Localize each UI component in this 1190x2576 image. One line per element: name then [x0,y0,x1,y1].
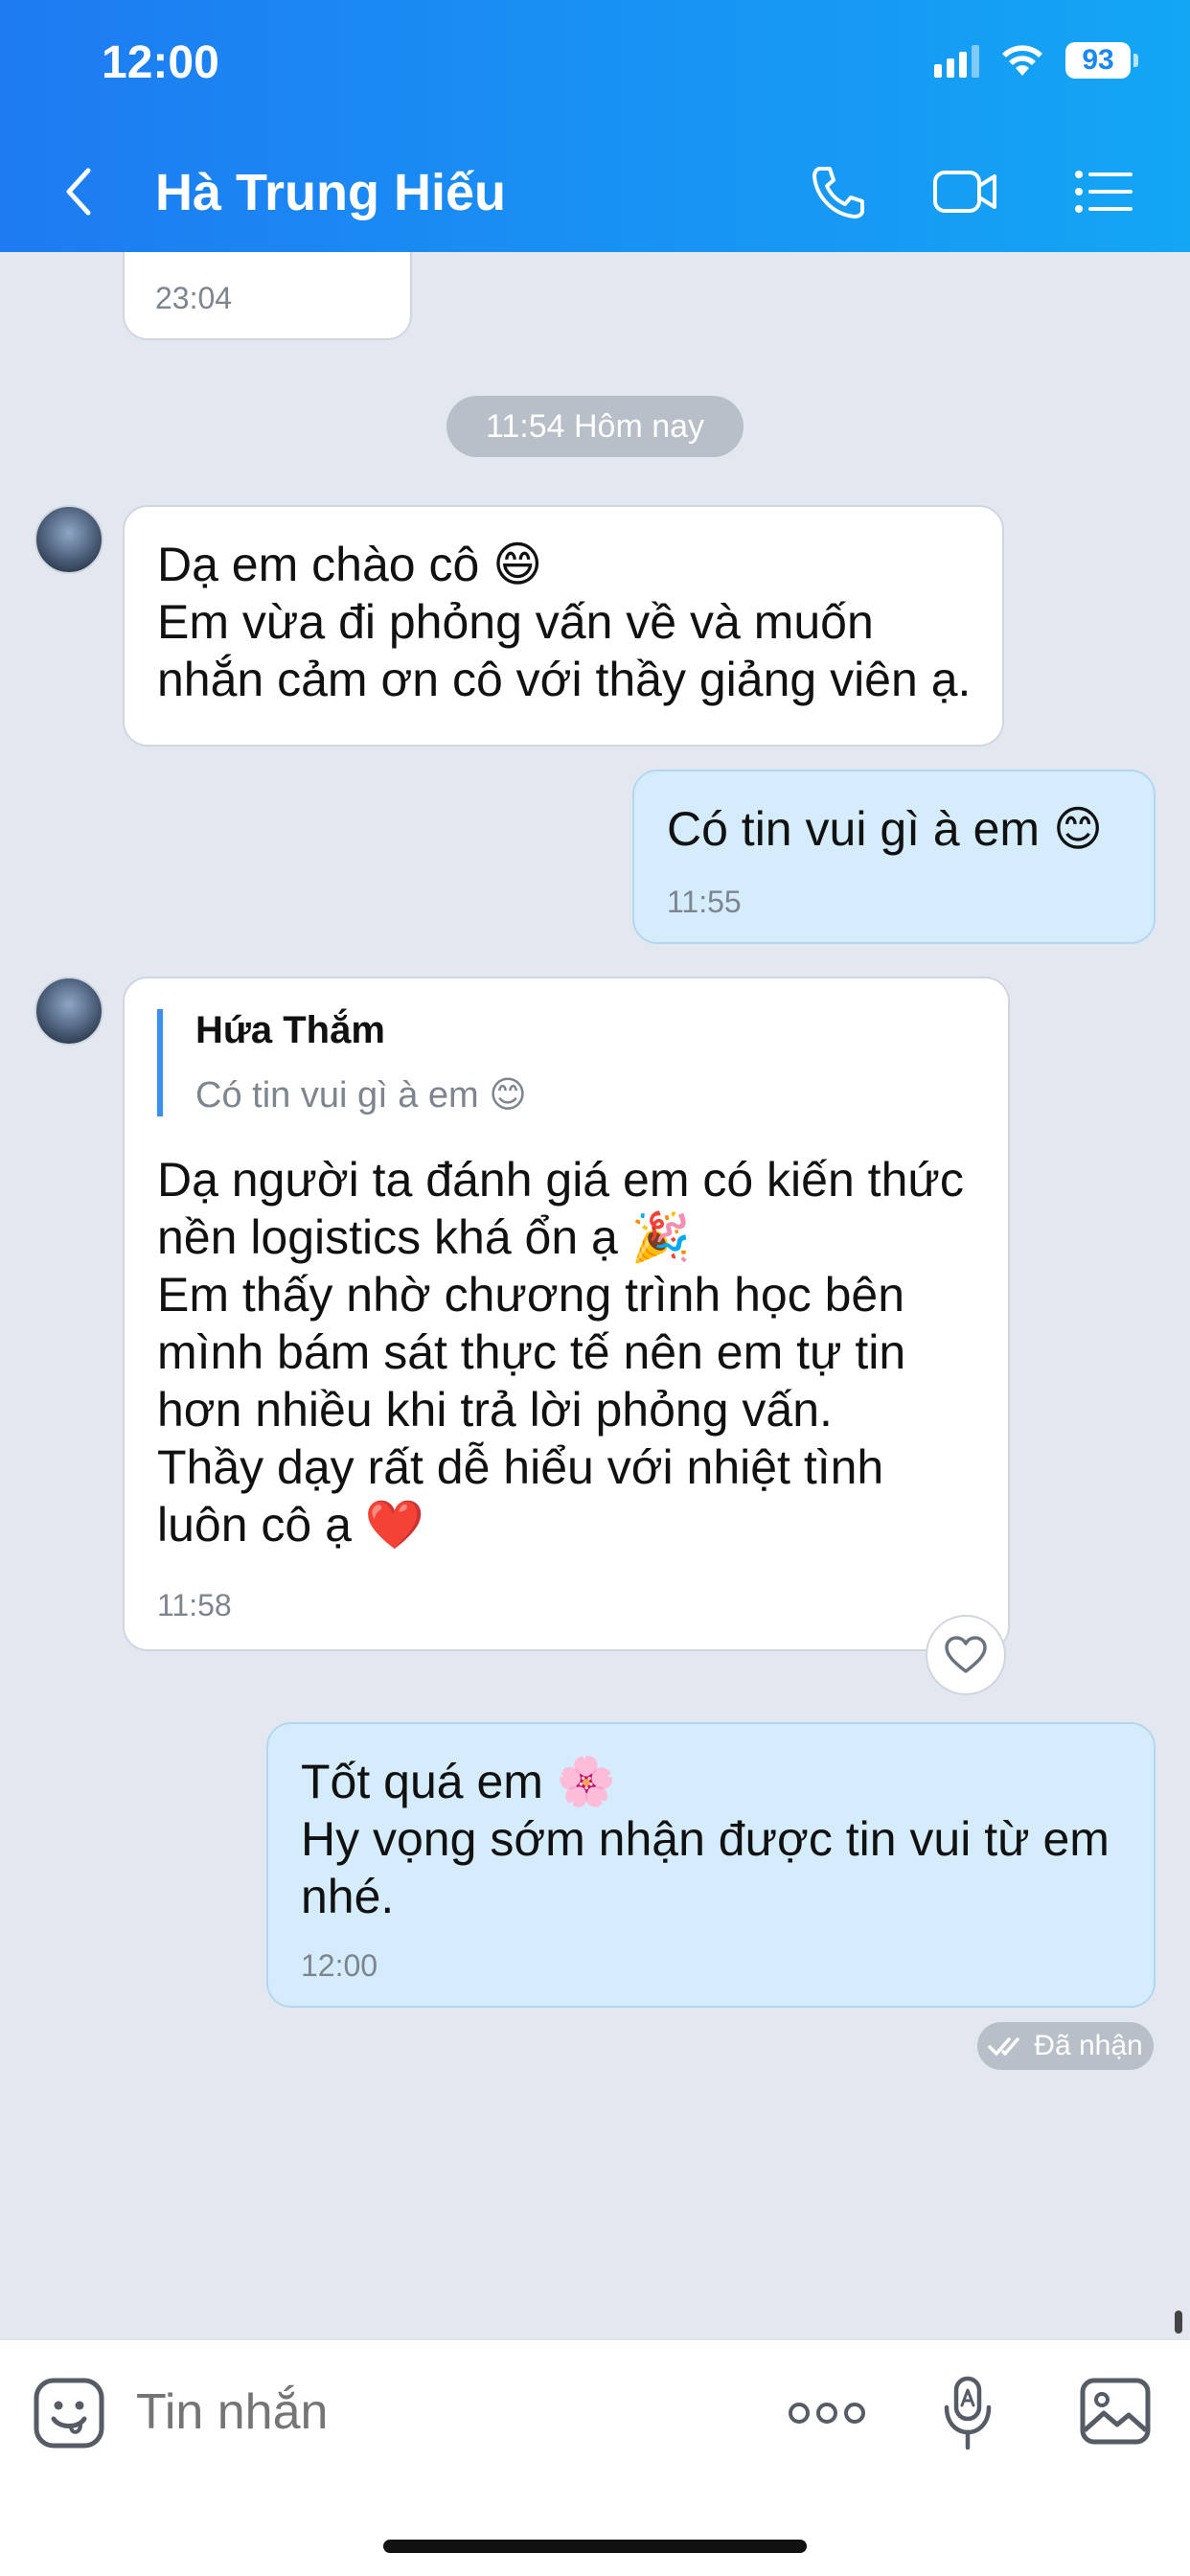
home-indicator [383,2540,807,2553]
quote-author: Hứa Thắm [195,1009,385,1051]
message-bubble-outgoing[interactable]: Có tin vui gì à em 😊 11:55 [632,770,1156,944]
avatar[interactable] [34,977,103,1046]
message-text: Dạ người ta đánh giá em có kiến thức nền… [157,1153,964,1552]
status-time: 12:00 [102,37,219,88]
quoted-message[interactable]: Hứa Thắm Có tin vui gì à em 😊 [157,1009,527,1116]
signal-icon [934,43,979,78]
react-heart-button[interactable] [926,1615,1006,1695]
status-icons: 93 [934,42,1138,79]
message-time: 11:55 [667,885,742,919]
message-text: Có tin vui gì à em 😊 [667,802,1104,856]
battery-icon: 93 [1065,42,1138,79]
date-separator: 11:54 Hôm nay [446,396,744,457]
message-text: Dạ em chào cô 😄 Em vừa đi phỏng vấn về v… [157,538,972,706]
scrollbar[interactable] [1175,2311,1182,2334]
avatar[interactable] [34,505,103,574]
double-check-icon [988,2037,1020,2056]
message-time: 11:58 [157,1588,232,1622]
more-icon[interactable] [788,2396,866,2430]
voice-icon[interactable] [941,2375,995,2455]
delivery-status-badge: Đã nhận [977,2022,1154,2070]
heart-icon [945,1636,987,1673]
message-bubble-incoming[interactable]: Dạ em chào cô 😄 Em vừa đi phỏng vấn về v… [123,505,1004,747]
delivery-status-text: Đã nhận [1034,2030,1143,2061]
chat-header: 12:00 93 Hà Trung Hiếu [0,0,1190,252]
wifi-icon [1002,45,1042,76]
sticker-icon[interactable] [33,2377,105,2450]
video-call-icon[interactable] [931,161,1000,222]
image-icon[interactable] [1079,2375,1152,2448]
menu-list-icon[interactable] [1069,161,1138,222]
message-bubble-previous[interactable]: 23:04 [123,252,412,340]
message-bubble-incoming-reply[interactable]: Hứa Thắm Có tin vui gì à em 😊 Dạ người t… [123,977,1010,1651]
message-time: 23:04 [155,281,233,315]
message-text: Tốt quá em 🌸 Hy vọng sớm nhận được tin v… [301,1755,1110,1923]
chat-area[interactable]: 23:04 11:54 Hôm nay Dạ em chào cô 😄 Em v… [0,252,1190,2338]
contact-name[interactable]: Hà Trung Hiếu [155,163,506,222]
message-input[interactable] [136,2379,749,2446]
message-time: 12:00 [301,1948,378,1983]
back-icon[interactable] [57,163,105,220]
message-input-bar [0,2338,1190,2576]
quote-text: Có tin vui gì à em 😊 [195,1075,527,1116]
message-bubble-outgoing[interactable]: Tốt quá em 🌸 Hy vọng sớm nhận được tin v… [266,1722,1156,2008]
phone-icon[interactable] [803,161,872,222]
